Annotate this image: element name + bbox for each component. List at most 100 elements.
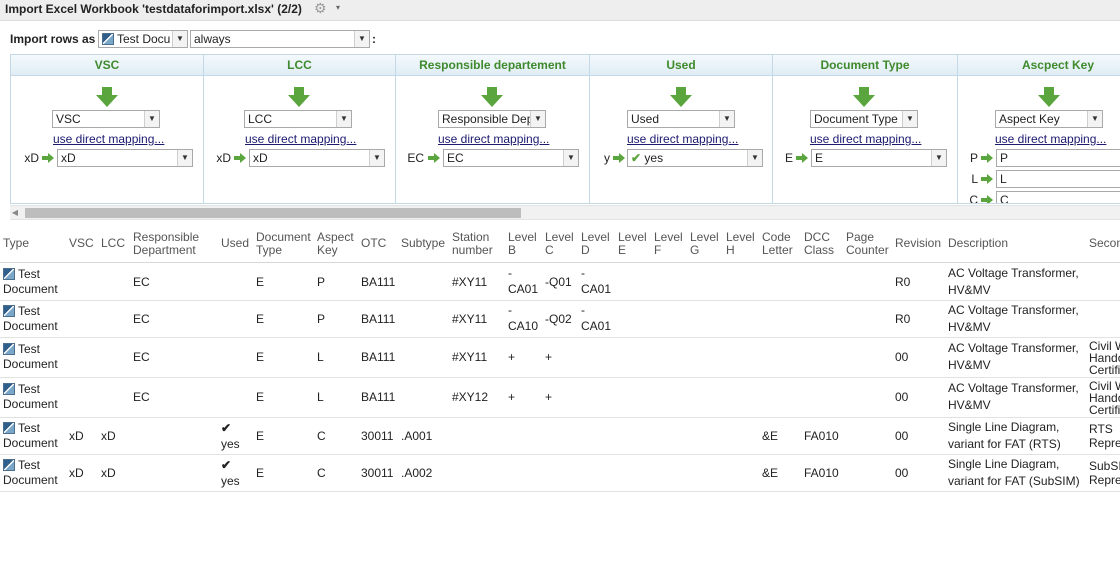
- column-header-lcc[interactable]: LCC: [101, 237, 125, 249]
- code-letter-cell: &E: [762, 429, 779, 443]
- use-direct-mapping-link[interactable]: use direct mapping...: [438, 132, 549, 146]
- vsc-cell: xD: [69, 466, 84, 480]
- use-direct-mapping-link[interactable]: use direct mapping...: [245, 132, 356, 146]
- table-row[interactable]: Test Document EC E P BA111 #XY11 - CA01 -…: [0, 264, 1120, 301]
- chevron-down-icon[interactable]: ▼: [336, 111, 351, 127]
- column-header-level-d-letter[interactable]: D: [581, 244, 590, 256]
- revision-cell: R0: [895, 275, 911, 289]
- table-row[interactable]: Test Document xD xD ✔ yes E C 30011 .A001…: [0, 418, 1120, 455]
- chevron-down-icon[interactable]: ▾: [336, 3, 340, 12]
- station-cell: #XY11: [452, 312, 488, 326]
- target-field-select[interactable]: LCC ▼: [244, 110, 352, 128]
- column-header-station[interactable]: Station: [452, 231, 489, 243]
- scroll-left-icon[interactable]: ◀: [10, 208, 20, 217]
- mapped-value-select[interactable]: xD ▼: [249, 149, 385, 167]
- column-header-used[interactable]: Used: [221, 237, 249, 249]
- use-direct-mapping-link[interactable]: use direct mapping...: [810, 132, 921, 146]
- mapped-value-select[interactable]: xD ▼: [57, 149, 193, 167]
- column-header-otc[interactable]: OTC: [361, 237, 386, 249]
- column-header-dcc[interactable]: DCC: [804, 231, 830, 243]
- column-header-level-b[interactable]: Level: [508, 231, 537, 243]
- down-arrow-icon: [1038, 87, 1060, 107]
- mapping-row: E E ▼: [773, 149, 958, 167]
- target-field-select[interactable]: Document Type ▼: [810, 110, 918, 128]
- mapped-value-select[interactable]: C: [996, 191, 1120, 203]
- column-header-aspect[interactable]: Aspect: [317, 231, 354, 243]
- mapped-value-select[interactable]: L: [996, 170, 1120, 188]
- column-header-level-f[interactable]: Level: [654, 231, 683, 243]
- column-header-level-g[interactable]: Level: [690, 231, 719, 243]
- mapping-header-document-type: Document Type: [773, 55, 957, 76]
- target-field-select[interactable]: Used ▼: [627, 110, 735, 128]
- chevron-down-icon[interactable]: ▼: [931, 150, 946, 166]
- use-direct-mapping-link[interactable]: use direct mapping...: [53, 132, 164, 146]
- table-row[interactable]: Test Document EC E L BA111 #XY12 + + 00 A…: [0, 378, 1120, 418]
- chevron-down-icon[interactable]: ▼: [719, 111, 734, 127]
- description-cell: Single Line Diagram,: [948, 420, 1060, 434]
- table-row[interactable]: Test Document EC E P BA111 #XY11 - CA10 -…: [0, 301, 1120, 338]
- use-direct-mapping-link[interactable]: use direct mapping...: [995, 132, 1106, 146]
- mapped-value-select[interactable]: ✔ yes ▼: [627, 149, 763, 167]
- mapped-value-select[interactable]: P: [996, 149, 1120, 167]
- column-header-responsible[interactable]: Responsible: [133, 231, 199, 243]
- column-header-level-b-letter[interactable]: B: [508, 244, 516, 256]
- column-header-document-type[interactable]: Type: [256, 244, 282, 256]
- responsible-cell: EC: [133, 390, 150, 404]
- column-header-class[interactable]: Class: [804, 244, 834, 256]
- aspect-key-cell: C: [317, 466, 326, 480]
- chevron-down-icon[interactable]: ▼: [144, 111, 159, 127]
- column-header-type[interactable]: Type: [3, 237, 29, 249]
- target-field-select[interactable]: Aspect Key ▼: [995, 110, 1103, 128]
- column-header-level-d[interactable]: Level: [581, 231, 610, 243]
- dcc-class-cell: FA010: [804, 466, 839, 480]
- horizontal-scrollbar[interactable]: ◀: [10, 205, 1120, 220]
- responsible-cell: EC: [133, 350, 150, 364]
- document-type-select[interactable]: Test Docu ▼: [98, 30, 188, 48]
- column-header-level-e-letter[interactable]: E: [618, 244, 626, 256]
- column-header-level-e[interactable]: Level: [618, 231, 647, 243]
- column-header-level-g-letter[interactable]: G: [690, 244, 699, 256]
- column-header-department[interactable]: Department: [133, 244, 196, 256]
- import-mode-select[interactable]: always ▼: [190, 30, 370, 48]
- column-header-level-h-letter[interactable]: H: [726, 244, 735, 256]
- chevron-down-icon[interactable]: ▼: [354, 31, 369, 47]
- target-field-select[interactable]: Responsible Dep ▼: [438, 110, 546, 128]
- column-header-vsc[interactable]: VSC: [69, 237, 94, 249]
- chevron-down-icon[interactable]: ▼: [747, 150, 762, 166]
- column-header-code[interactable]: Code: [762, 231, 791, 243]
- use-direct-mapping-link[interactable]: use direct mapping...: [627, 132, 738, 146]
- column-header-level-f-letter[interactable]: F: [654, 244, 661, 256]
- chevron-down-icon[interactable]: ▼: [369, 150, 384, 166]
- gear-icon[interactable]: ⚙: [314, 0, 327, 17]
- responsible-cell: EC: [133, 312, 150, 326]
- column-header-subtype[interactable]: Subtype: [401, 237, 445, 249]
- mapped-value-select[interactable]: E ▼: [811, 149, 947, 167]
- table-row[interactable]: Test Document EC E L BA111 #XY11 + + 00 A…: [0, 338, 1120, 378]
- chevron-down-icon[interactable]: ▼: [1087, 111, 1102, 127]
- chevron-down-icon[interactable]: ▼: [902, 111, 917, 127]
- table-row[interactable]: Test Document xD xD ✔ yes E C 30011 .A002…: [0, 455, 1120, 492]
- mapped-value-select[interactable]: EC ▼: [443, 149, 579, 167]
- column-header-letter[interactable]: Letter: [762, 244, 793, 256]
- column-header-document[interactable]: Document: [256, 231, 311, 243]
- chevron-down-icon[interactable]: ▼: [177, 150, 192, 166]
- column-header-description[interactable]: Description: [948, 237, 1008, 249]
- chevron-down-icon[interactable]: ▼: [563, 150, 578, 166]
- column-header-level-h[interactable]: Level: [726, 231, 755, 243]
- description-cell: AC Voltage Transformer,: [948, 341, 1079, 355]
- type-text: Test: [18, 304, 41, 318]
- chevron-down-icon[interactable]: ▼: [172, 31, 187, 47]
- column-header-secondary[interactable]: Secon: [1089, 237, 1120, 249]
- column-header-counter[interactable]: Counter: [846, 244, 889, 256]
- column-header-key[interactable]: Key: [317, 244, 338, 256]
- mapping-header-used: Used: [590, 55, 772, 76]
- column-header-page[interactable]: Page: [846, 231, 874, 243]
- column-header-revision[interactable]: Revision: [895, 237, 941, 249]
- column-header-number[interactable]: number: [452, 244, 493, 256]
- description-cell: variant for FAT (RTS): [948, 437, 1061, 451]
- column-header-level-c[interactable]: Level: [545, 231, 574, 243]
- scrollbar-thumb[interactable]: [25, 208, 521, 218]
- column-header-level-c-letter[interactable]: C: [545, 244, 554, 256]
- chevron-down-icon[interactable]: ▼: [530, 111, 545, 127]
- target-field-select[interactable]: VSC ▼: [52, 110, 160, 128]
